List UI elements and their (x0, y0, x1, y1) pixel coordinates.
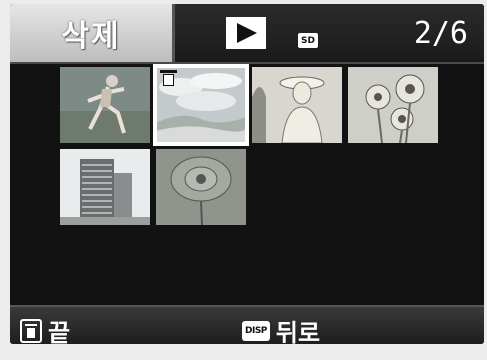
thumb-building[interactable] (60, 149, 150, 225)
disp-key-icon: DISP (242, 320, 270, 341)
thumb-flowers-sketch[interactable] (348, 67, 438, 143)
thumb-single-flower[interactable] (156, 149, 246, 225)
end-label: 끝 (48, 319, 71, 344)
thumb-woman-with-hat[interactable] (252, 67, 342, 143)
sd-card-icon: SD (298, 33, 318, 48)
thumb-clouds-landscape[interactable] (153, 64, 249, 146)
end-button[interactable]: 끝 (20, 313, 70, 344)
bottom-bar: 끝 DISP 뒤로 (10, 305, 484, 344)
camera-lcd-screen: 삭제 SD 2/6 끝 DISP 뒤로 (10, 4, 484, 344)
delete-mark-icon (160, 70, 177, 86)
thumb-running-woman[interactable] (60, 67, 150, 143)
top-bar: 삭제 SD 2/6 (10, 4, 484, 64)
back-button[interactable]: DISP 뒤로 (242, 313, 320, 344)
back-label: 뒤로 (275, 319, 321, 344)
image-counter: 2/6 (413, 16, 468, 51)
play-mode-icon (226, 17, 266, 49)
trash-key-icon (20, 318, 42, 343)
delete-mode-tab[interactable]: 삭제 (10, 4, 175, 62)
